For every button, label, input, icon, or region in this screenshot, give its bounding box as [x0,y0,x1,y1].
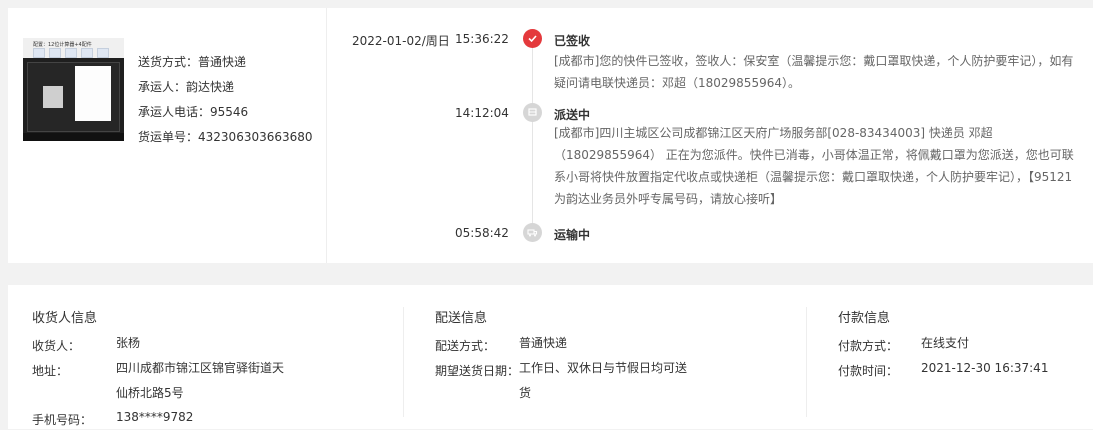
truck-icon [523,223,542,242]
waybill-row: 货运单号：432306303663680 [138,128,313,145]
payment-time: 2021-12-30 16:37:41 [921,361,1049,375]
payment-time-label: 付款时间： [838,364,899,378]
expected-date: 工作日、双休日与节假日均可送货 [519,361,688,400]
product-image-caption: 配置：12位计算器+4配件 [33,42,92,48]
timeline-line [532,48,533,233]
calculator-graphic [43,86,63,108]
event-time: 15:36:22 [455,32,509,46]
ship-method-label: 送货方式： [138,55,199,69]
event-description: [成都市]您的快件已签收，签收人：保安室（温馨提示您：戴口罩取快递，个人防护要牢… [554,54,1074,90]
order-info-panel: 收货人信息 收货人： 张杨 地址： 四川成都市锦江区锦官驿街道天仙桥北路5号 手… [8,285,1093,429]
carrier-row: 承运人：韵达快递 [138,78,234,95]
recipient-address: 四川成都市锦江区锦官驿街道天仙桥北路5号 [116,361,285,400]
product-thumbnail[interactable]: 配置：12位计算器+4配件 [23,38,124,141]
event-time: 05:58:42 [455,226,509,240]
delivery-method: 普通快递 [519,336,568,350]
recipient-phone: 138****9782 [116,410,194,424]
delivery-method-label: 配送方式： [435,339,496,353]
payment-section-title: 付款信息 [838,311,891,326]
tracking-date: 2022-01-02/周日 [352,34,450,48]
payment-method: 在线支付 [921,336,970,350]
event-status: 已签收 [554,34,591,48]
recipient-phone-label: 手机号码： [32,413,93,427]
event-description: [成都市]四川主城区公司成都锦江区天府广场服务部[028-83434003] 快… [554,126,1074,206]
shipment-tracking-panel: 配置：12位计算器+4配件 送货方式：普通快递 承运人：韵达快递 承运人电话：9… [8,8,1093,263]
recipient-section-title: 收货人信息 [32,311,98,326]
event-time: 14:12:04 [455,106,509,120]
tracking-timeline: 2022-01-02/周日 15:36:22 已签收 [成都市]您的快件已签收，… [327,8,1093,263]
carrier-label: 承运人： [138,80,187,94]
recipient-address-label: 地址： [32,364,69,378]
carrier-phone-label: 承运人电话： [138,105,211,119]
divider [403,307,404,417]
delivery-section-title: 配送信息 [435,311,488,326]
check-icon [523,29,542,48]
waybill-value: 432306303663680 [198,130,313,144]
shipment-summary: 配置：12位计算器+4配件 送货方式：普通快递 承运人：韵达快递 承运人电话：9… [8,8,327,263]
waybill-label: 货运单号： [138,130,199,144]
recipient-name: 张杨 [116,336,141,350]
event-status: 派送中 [554,108,591,122]
carrier-phone-row: 承运人电话：95546 [138,103,248,120]
ship-method-value: 普通快递 [198,55,247,69]
divider [806,307,807,417]
event-status: 运输中 [554,228,591,242]
payment-method-label: 付款方式： [838,339,899,353]
expected-date-label: 期望送货日期： [435,364,520,378]
delivery-icon [523,103,542,122]
carrier-value: 韵达快递 [186,80,235,94]
recipient-name-label: 收货人： [32,339,81,353]
carrier-phone-value: 95546 [210,105,249,119]
ship-method-row: 送货方式：普通快递 [138,53,246,70]
